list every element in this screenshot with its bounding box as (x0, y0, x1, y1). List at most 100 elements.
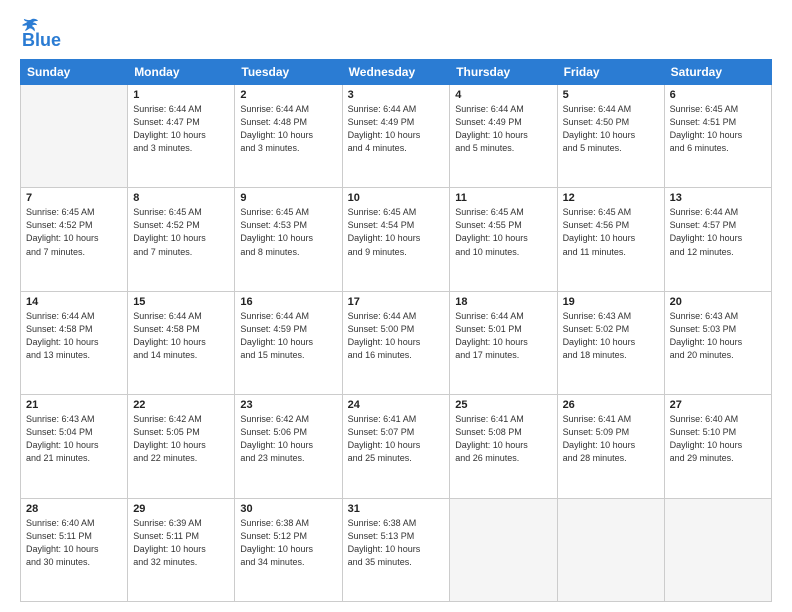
cell-details: Sunrise: 6:43 AM Sunset: 5:02 PM Dayligh… (563, 310, 659, 362)
day-number: 15 (133, 296, 229, 308)
calendar-cell: 3 Sunrise: 6:44 AM Sunset: 4:49 PM Daylig… (342, 85, 450, 188)
cell-details: Sunrise: 6:38 AM Sunset: 5:13 PM Dayligh… (348, 517, 445, 569)
calendar-day-header: Monday (128, 60, 235, 85)
calendar-cell: 10 Sunrise: 6:45 AM Sunset: 4:54 PM Dayli… (342, 188, 450, 291)
calendar-cell: 4 Sunrise: 6:44 AM Sunset: 4:49 PM Daylig… (450, 85, 557, 188)
cell-details: Sunrise: 6:44 AM Sunset: 5:01 PM Dayligh… (455, 310, 551, 362)
cell-details: Sunrise: 6:43 AM Sunset: 5:04 PM Dayligh… (26, 413, 122, 465)
calendar-cell: 24 Sunrise: 6:41 AM Sunset: 5:07 PM Dayli… (342, 395, 450, 498)
cell-details: Sunrise: 6:44 AM Sunset: 4:50 PM Dayligh… (563, 103, 659, 155)
calendar: SundayMondayTuesdayWednesdayThursdayFrid… (20, 59, 772, 602)
cell-details: Sunrise: 6:40 AM Sunset: 5:10 PM Dayligh… (670, 413, 766, 465)
day-number: 28 (26, 503, 122, 515)
calendar-cell (664, 498, 771, 601)
calendar-day-header: Sunday (21, 60, 128, 85)
cell-details: Sunrise: 6:38 AM Sunset: 5:12 PM Dayligh… (240, 517, 336, 569)
calendar-week-row: 1Sunrise: 6:44 AM Sunset: 4:47 PM Daylig… (21, 85, 772, 188)
calendar-cell (557, 498, 664, 601)
cell-details: Sunrise: 6:45 AM Sunset: 4:51 PM Dayligh… (670, 103, 766, 155)
calendar-cell: 23Sunrise: 6:42 AM Sunset: 5:06 PM Dayli… (235, 395, 342, 498)
day-number: 4 (455, 89, 551, 101)
calendar-cell: 17 Sunrise: 6:44 AM Sunset: 5:00 PM Dayli… (342, 291, 450, 394)
calendar-cell: 18 Sunrise: 6:44 AM Sunset: 5:01 PM Dayli… (450, 291, 557, 394)
day-number: 14 (26, 296, 122, 308)
day-number: 7 (26, 192, 122, 204)
cell-details: Sunrise: 6:44 AM Sunset: 5:00 PM Dayligh… (348, 310, 445, 362)
day-number: 21 (26, 399, 122, 411)
cell-details: Sunrise: 6:41 AM Sunset: 5:09 PM Dayligh… (563, 413, 659, 465)
day-number: 25 (455, 399, 551, 411)
day-number: 10 (348, 192, 445, 204)
calendar-week-row: 28 Sunrise: 6:40 AM Sunset: 5:11 PM Dayli… (21, 498, 772, 601)
calendar-cell: 31 Sunrise: 6:38 AM Sunset: 5:13 PM Dayli… (342, 498, 450, 601)
day-number: 24 (348, 399, 445, 411)
cell-details: Sunrise: 6:45 AM Sunset: 4:54 PM Dayligh… (348, 206, 445, 258)
day-number: 20 (670, 296, 766, 308)
day-number: 2 (240, 89, 336, 101)
calendar-day-header: Wednesday (342, 60, 450, 85)
day-number: 1 (133, 89, 229, 101)
calendar-cell: 5 Sunrise: 6:44 AM Sunset: 4:50 PM Daylig… (557, 85, 664, 188)
day-number: 19 (563, 296, 659, 308)
calendar-cell: 27 Sunrise: 6:40 AM Sunset: 5:10 PM Dayli… (664, 395, 771, 498)
day-number: 18 (455, 296, 551, 308)
calendar-header-row: SundayMondayTuesdayWednesdayThursdayFrid… (21, 60, 772, 85)
day-number: 29 (133, 503, 229, 515)
cell-details: Sunrise: 6:44 AM Sunset: 4:49 PM Dayligh… (455, 103, 551, 155)
calendar-cell: 30 Sunrise: 6:38 AM Sunset: 5:12 PM Dayli… (235, 498, 342, 601)
calendar-week-row: 14 Sunrise: 6:44 AM Sunset: 4:58 PM Dayli… (21, 291, 772, 394)
day-number: 12 (563, 192, 659, 204)
calendar-day-header: Thursday (450, 60, 557, 85)
calendar-cell: 1Sunrise: 6:44 AM Sunset: 4:47 PM Daylig… (128, 85, 235, 188)
day-number: 16 (240, 296, 336, 308)
calendar-week-row: 21 Sunrise: 6:43 AM Sunset: 5:04 PM Dayli… (21, 395, 772, 498)
calendar-week-row: 7Sunrise: 6:45 AM Sunset: 4:52 PM Daylig… (21, 188, 772, 291)
calendar-day-header: Tuesday (235, 60, 342, 85)
day-number: 3 (348, 89, 445, 101)
calendar-cell: 9 Sunrise: 6:45 AM Sunset: 4:53 PM Daylig… (235, 188, 342, 291)
page: Blue SundayMondayTuesdayWednesdayThursda… (0, 0, 792, 612)
cell-details: Sunrise: 6:40 AM Sunset: 5:11 PM Dayligh… (26, 517, 122, 569)
calendar-cell: 21 Sunrise: 6:43 AM Sunset: 5:04 PM Dayli… (21, 395, 128, 498)
header: Blue (20, 18, 772, 51)
day-number: 31 (348, 503, 445, 515)
cell-details: Sunrise: 6:43 AM Sunset: 5:03 PM Dayligh… (670, 310, 766, 362)
cell-details: Sunrise: 6:44 AM Sunset: 4:49 PM Dayligh… (348, 103, 445, 155)
calendar-day-header: Saturday (664, 60, 771, 85)
day-number: 6 (670, 89, 766, 101)
day-number: 13 (670, 192, 766, 204)
day-number: 17 (348, 296, 445, 308)
day-number: 30 (240, 503, 336, 515)
cell-details: Sunrise: 6:44 AM Sunset: 4:57 PM Dayligh… (670, 206, 766, 258)
calendar-cell: 15 Sunrise: 6:44 AM Sunset: 4:58 PM Dayli… (128, 291, 235, 394)
day-number: 23 (240, 399, 336, 411)
cell-details: Sunrise: 6:44 AM Sunset: 4:59 PM Dayligh… (240, 310, 336, 362)
calendar-cell: 19 Sunrise: 6:43 AM Sunset: 5:02 PM Dayli… (557, 291, 664, 394)
logo-blue-text: Blue (22, 30, 61, 51)
day-number: 26 (563, 399, 659, 411)
cell-details: Sunrise: 6:41 AM Sunset: 5:07 PM Dayligh… (348, 413, 445, 465)
cell-details: Sunrise: 6:41 AM Sunset: 5:08 PM Dayligh… (455, 413, 551, 465)
calendar-cell: 16 Sunrise: 6:44 AM Sunset: 4:59 PM Dayli… (235, 291, 342, 394)
day-number: 9 (240, 192, 336, 204)
day-number: 27 (670, 399, 766, 411)
day-number: 8 (133, 192, 229, 204)
calendar-cell (450, 498, 557, 601)
calendar-cell: 14Sunrise: 6:44 AM Sunset: 4:58 PM Dayli… (21, 291, 128, 394)
calendar-cell: 28 Sunrise: 6:40 AM Sunset: 5:11 PM Dayli… (21, 498, 128, 601)
cell-details: Sunrise: 6:44 AM Sunset: 4:58 PM Dayligh… (133, 310, 229, 362)
calendar-cell: 22Sunrise: 6:42 AM Sunset: 5:05 PM Dayli… (128, 395, 235, 498)
day-number: 22 (133, 399, 229, 411)
cell-details: Sunrise: 6:44 AM Sunset: 4:48 PM Dayligh… (240, 103, 336, 155)
calendar-cell: 6 Sunrise: 6:45 AM Sunset: 4:51 PM Daylig… (664, 85, 771, 188)
cell-details: Sunrise: 6:45 AM Sunset: 4:53 PM Dayligh… (240, 206, 336, 258)
day-number: 11 (455, 192, 551, 204)
calendar-cell (21, 85, 128, 188)
cell-details: Sunrise: 6:45 AM Sunset: 4:56 PM Dayligh… (563, 206, 659, 258)
cell-details: Sunrise: 6:39 AM Sunset: 5:11 PM Dayligh… (133, 517, 229, 569)
calendar-cell: 2 Sunrise: 6:44 AM Sunset: 4:48 PM Daylig… (235, 85, 342, 188)
logo: Blue (20, 18, 61, 51)
calendar-cell: 26 Sunrise: 6:41 AM Sunset: 5:09 PM Dayli… (557, 395, 664, 498)
day-number: 5 (563, 89, 659, 101)
calendar-cell: 20 Sunrise: 6:43 AM Sunset: 5:03 PM Dayli… (664, 291, 771, 394)
